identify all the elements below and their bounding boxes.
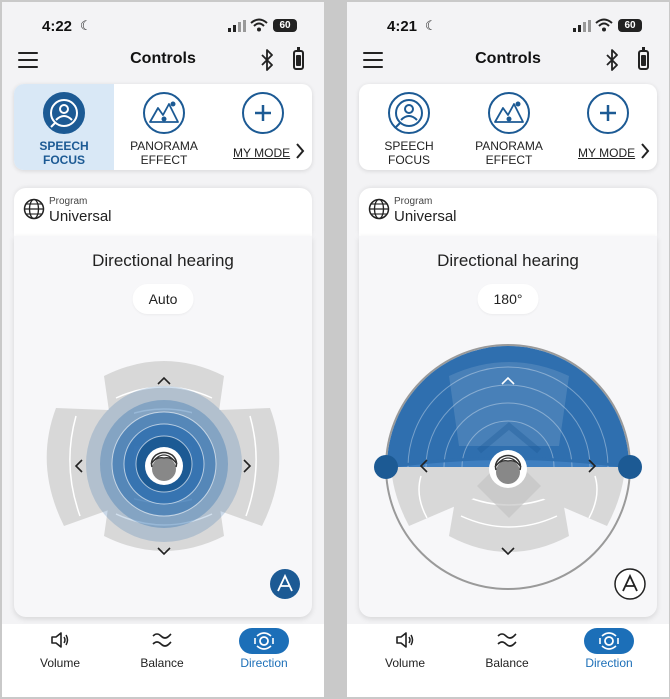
mode-panorama-effect[interactable]: PANORAMA EFFECT (114, 84, 214, 170)
status-time: 4:22 (42, 18, 73, 35)
speaker-icon (51, 632, 69, 648)
program-label: Program (49, 196, 88, 207)
tab-label: Direction (585, 656, 633, 670)
tab-label: Balance (485, 656, 529, 670)
globe-icon (368, 198, 390, 220)
auto-mode-button[interactable] (269, 568, 301, 600)
globe-icon (23, 198, 45, 220)
tab-balance[interactable]: Balance (457, 624, 557, 697)
bluetooth-icon[interactable] (260, 49, 274, 71)
speaker-icon (396, 632, 414, 648)
mode-selector: SPEECH FOCUS PANORAMA EFFECT MY MODE (14, 84, 312, 170)
tab-direction[interactable]: Direction (214, 624, 314, 697)
app-header: Controls (347, 46, 669, 76)
listener-head-icon (145, 447, 183, 485)
directional-hearing-title: Directional hearing (437, 251, 579, 270)
program-value: Universal (394, 208, 457, 225)
mode-selector: SPEECH FOCUS PANORAMA EFFECT MY MODE (359, 84, 657, 170)
cellular-signal-icon (228, 20, 246, 32)
bluetooth-icon[interactable] (605, 49, 619, 71)
mode-my-mode[interactable]: MY MODE (559, 84, 657, 170)
battery-level-badge: 60 (273, 19, 297, 32)
beam-right-handle[interactable] (618, 455, 642, 479)
bottom-tab-bar: Volume Balance Direction (2, 624, 324, 697)
direction-icon (254, 632, 274, 650)
mode-label: FOCUS (388, 153, 430, 167)
chevron-right-icon[interactable] (295, 142, 305, 160)
add-mode-icon (587, 92, 629, 134)
my-mode-link[interactable]: MY MODE (233, 146, 290, 160)
directional-hearing-panel: Directional hearing 180° (359, 236, 657, 617)
tab-label: Balance (140, 656, 184, 670)
speech-focus-icon (388, 92, 430, 134)
page-title: Controls (130, 50, 196, 67)
tab-label: Direction (240, 656, 288, 670)
cellular-signal-icon (573, 20, 591, 32)
mode-panorama-effect[interactable]: PANORAMA EFFECT (459, 84, 559, 170)
mode-label: PANORAMA (130, 139, 198, 153)
battery-level-badge: 60 (618, 19, 642, 32)
chevron-right-icon[interactable] (640, 142, 650, 160)
moon-icon: ☾ (425, 18, 437, 33)
mode-my-mode[interactable]: MY MODE (214, 84, 312, 170)
wifi-icon (595, 18, 613, 32)
moon-icon: ☾ (80, 18, 92, 33)
phone-screen-right: 4:21 ☾ 60 Controls SPEECH FOCUS PANORAMA (347, 2, 669, 697)
add-mode-icon (242, 92, 284, 134)
direction-tab-highlight (584, 628, 634, 654)
beam-left-handle[interactable] (374, 455, 398, 479)
direction-setting-pill[interactable]: Auto (132, 284, 194, 314)
directional-beam-visualization[interactable] (14, 336, 312, 586)
auto-mode-button[interactable] (614, 568, 646, 600)
status-bar: 4:21 ☾ 60 (347, 2, 669, 46)
tab-label: Volume (39, 656, 81, 670)
waves-icon (152, 633, 172, 647)
listener-head-icon (489, 450, 527, 488)
app-header: Controls (2, 46, 324, 76)
bottom-tab-bar: Volume Balance Direction (347, 624, 669, 697)
mode-label: FOCUS (43, 153, 85, 167)
hearing-aid-battery-icon[interactable] (638, 47, 649, 70)
tab-volume[interactable]: Volume (355, 624, 455, 697)
program-selector[interactable]: Program Universal (359, 188, 657, 236)
tab-volume[interactable]: Volume (10, 624, 110, 697)
program-selector[interactable]: Program Universal (14, 188, 312, 236)
mode-label: SPEECH (384, 139, 434, 153)
tab-direction[interactable]: Direction (559, 624, 659, 697)
my-mode-link[interactable]: MY MODE (578, 146, 635, 160)
status-time: 4:21 (387, 18, 418, 35)
panorama-effect-icon (488, 92, 530, 134)
direction-tab-highlight (239, 628, 289, 654)
direction-icon (599, 632, 619, 650)
mode-label: PANORAMA (475, 139, 543, 153)
program-value: Universal (49, 208, 112, 225)
panorama-effect-icon (143, 92, 185, 134)
directional-beam-visualization[interactable] (359, 336, 657, 596)
waves-icon (497, 633, 517, 647)
tab-label: Volume (384, 656, 426, 670)
directional-hearing-panel: Directional hearing Auto (14, 236, 312, 617)
hearing-aid-battery-icon[interactable] (293, 47, 304, 70)
tab-balance[interactable]: Balance (112, 624, 212, 697)
direction-setting-pill[interactable]: 180° (477, 284, 539, 314)
mode-speech-focus[interactable]: SPEECH FOCUS (359, 84, 459, 170)
mode-label: SPEECH (39, 139, 89, 153)
program-label: Program (394, 196, 433, 207)
mode-label: EFFECT (485, 153, 533, 167)
status-bar: 4:22 ☾ 60 (2, 2, 324, 46)
wifi-icon (250, 18, 268, 32)
phone-screen-left: 4:22 ☾ 60 Controls SPEECH FOCUS PANORAMA (2, 2, 324, 697)
page-title: Controls (475, 50, 541, 67)
mode-label: EFFECT (140, 153, 188, 167)
speech-focus-icon (43, 92, 85, 134)
mode-speech-focus[interactable]: SPEECH FOCUS (14, 84, 114, 170)
directional-hearing-title: Directional hearing (92, 251, 234, 270)
